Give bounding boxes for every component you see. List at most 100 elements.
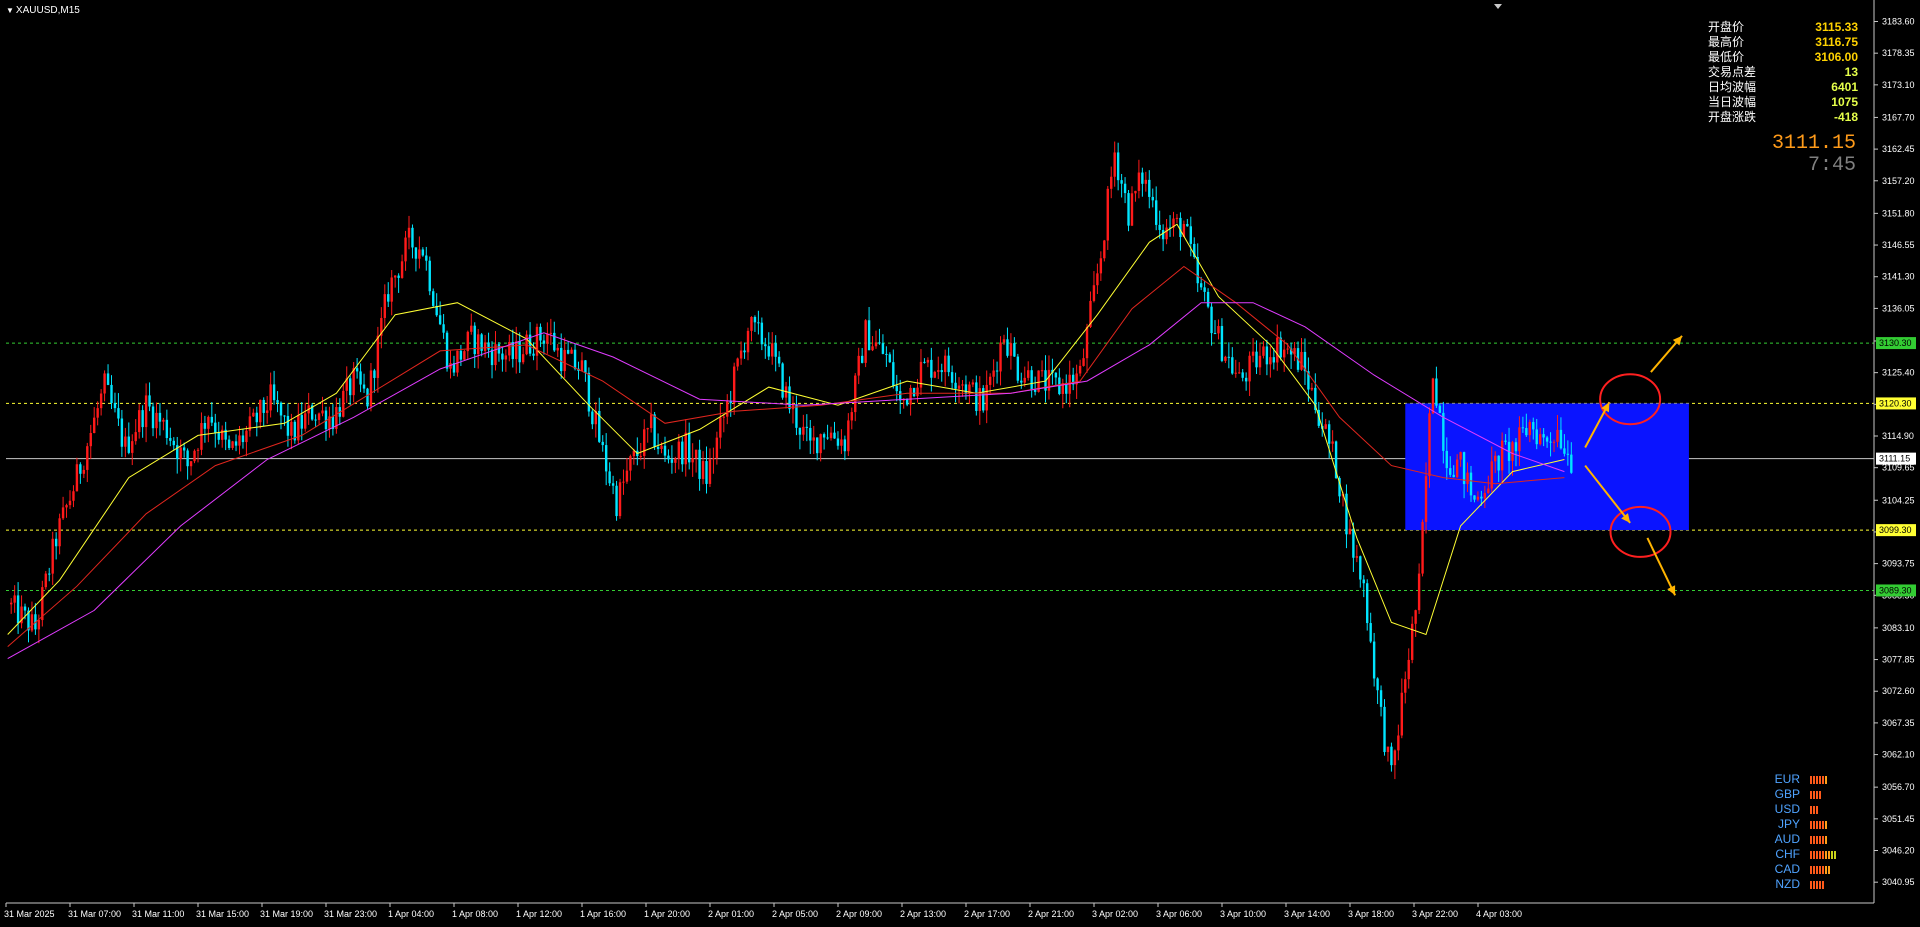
candle-body — [674, 458, 677, 463]
strength-bar — [1819, 865, 1821, 874]
candle-body — [1545, 437, 1549, 442]
candle-body — [1390, 746, 1393, 766]
strength-bars — [1810, 790, 1821, 799]
x-tick-label: 1 Apr 16:00 — [580, 909, 626, 919]
strength-bar — [1813, 790, 1815, 799]
candle-body — [722, 416, 725, 418]
info-row: 最低价 3106.00 — [1708, 50, 1858, 65]
candle-body — [788, 386, 791, 410]
currency-name: CAD — [1774, 862, 1800, 876]
x-tick-label: 4 Apr 03:00 — [1476, 909, 1522, 919]
candle-body — [89, 433, 92, 447]
candle-body — [988, 376, 992, 385]
candle-body — [390, 277, 393, 302]
info-label: 最高价 — [1708, 35, 1745, 49]
candle-body — [1023, 377, 1026, 383]
strength-bar — [1813, 820, 1815, 829]
candle-body — [871, 346, 874, 351]
info-label: 日均波幅 — [1708, 80, 1757, 94]
candle-body — [1224, 356, 1227, 361]
strength-bar — [1828, 850, 1830, 859]
candle-body — [265, 410, 269, 413]
candle-body — [1103, 240, 1106, 259]
y-tick-label: 3173.10 — [1882, 80, 1915, 90]
strength-bar — [1810, 835, 1812, 844]
candle-body — [1148, 179, 1151, 197]
candle-body — [667, 455, 670, 460]
candle-body — [30, 614, 34, 631]
candle-body — [515, 341, 518, 360]
candle-body — [781, 363, 784, 398]
candle-body — [1538, 434, 1542, 445]
info-value: 3106.00 — [1814, 50, 1858, 64]
candle-body — [1570, 454, 1573, 473]
candle-body — [404, 237, 407, 262]
x-tick-label: 3 Apr 18:00 — [1348, 909, 1394, 919]
info-row: 开盘价 3115.33 — [1708, 20, 1858, 35]
currency-row: AUD — [1770, 832, 1890, 847]
candle-body — [134, 432, 137, 442]
strength-bar — [1819, 880, 1821, 889]
strength-bar — [1822, 850, 1824, 859]
candle-body — [850, 412, 853, 421]
candle-body — [819, 434, 822, 454]
strength-bar — [1819, 820, 1821, 829]
candle-body — [1213, 333, 1217, 335]
candle-body — [438, 315, 442, 325]
candle-body — [943, 355, 947, 373]
candle-body — [106, 373, 110, 385]
candle-body — [743, 350, 746, 353]
candle-body — [155, 412, 158, 429]
candle-body — [1480, 496, 1483, 499]
strength-bar — [1816, 880, 1818, 889]
candle-body — [556, 347, 559, 351]
candle-body — [1144, 179, 1148, 184]
strength-bar — [1816, 775, 1818, 784]
candle-body — [359, 371, 362, 385]
x-tick-label: 2 Apr 21:00 — [1028, 909, 1074, 919]
candle-body — [836, 438, 840, 446]
candle-body — [1310, 387, 1314, 390]
y-tick-label: 3178.35 — [1882, 48, 1915, 58]
candle-body — [518, 341, 521, 363]
candle-body — [691, 458, 694, 463]
candle-body — [826, 437, 829, 439]
x-tick-label: 2 Apr 17:00 — [964, 909, 1010, 919]
candle-body — [1528, 422, 1532, 436]
candle-body — [985, 384, 988, 411]
candle-body — [912, 387, 916, 397]
info-row: 日均波幅 6401 — [1708, 80, 1858, 95]
candle-body — [300, 415, 303, 429]
strength-bar — [1822, 835, 1824, 844]
symbol-label: ▼ XAUUSD,M15 — [6, 5, 80, 16]
candle-body — [1331, 441, 1334, 444]
candle-body — [65, 505, 68, 508]
candle-body — [643, 429, 646, 456]
candle-body — [348, 378, 352, 396]
price-chart[interactable]: 3183.60 3178.35 3173.10 3167.70 3162.45 3157.… — [0, 0, 1920, 927]
candle-body — [1110, 176, 1113, 189]
strength-bar — [1813, 880, 1815, 889]
candle-body — [639, 455, 642, 457]
candle-body — [172, 440, 175, 446]
y-tick-label: 3072.60 — [1882, 686, 1915, 696]
candle-body — [1532, 422, 1535, 430]
candle-body — [532, 353, 535, 356]
candle-body — [608, 471, 611, 484]
y-tick-label: 3093.75 — [1882, 559, 1915, 569]
x-tick-label: 31 Mar 19:00 — [260, 909, 313, 919]
y-tick-label: 3167.70 — [1882, 112, 1915, 122]
candle-body — [525, 334, 528, 355]
candle-body — [186, 450, 189, 467]
candle-body — [1462, 452, 1466, 485]
candle-body — [570, 349, 573, 354]
candle-body — [473, 325, 476, 355]
candle-body — [1424, 476, 1428, 522]
candle-body — [203, 423, 207, 429]
candle-body — [767, 346, 770, 357]
candle-body — [1234, 372, 1237, 374]
candle-body — [584, 360, 587, 373]
candle-body — [314, 419, 317, 421]
candle-body — [1130, 193, 1134, 226]
candle-body — [553, 332, 556, 351]
